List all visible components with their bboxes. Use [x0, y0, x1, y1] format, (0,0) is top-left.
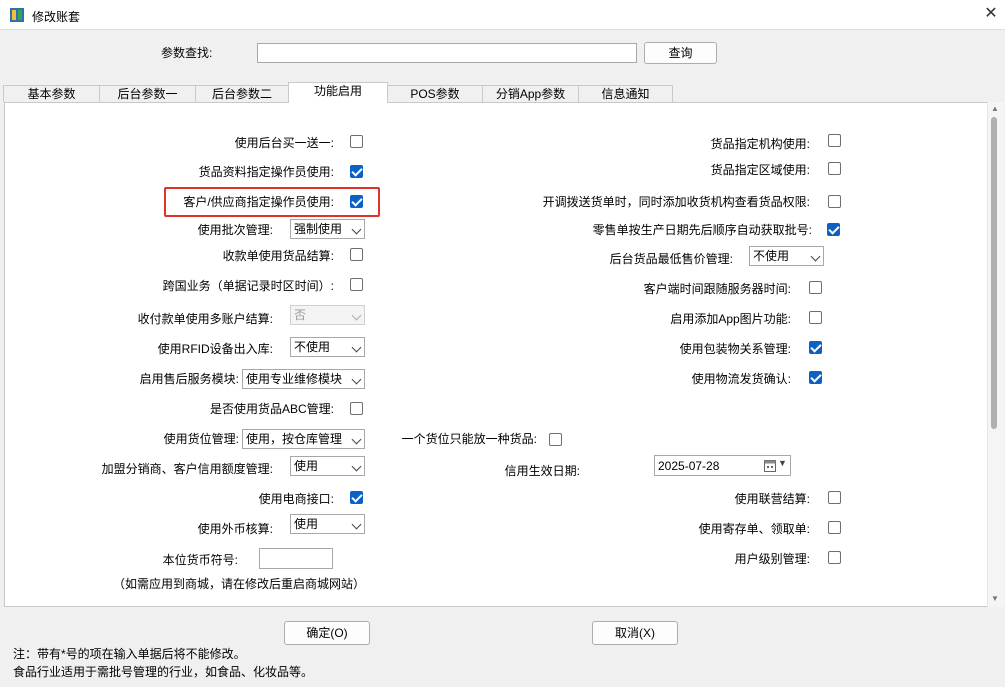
chevron-down-icon	[351, 224, 362, 235]
tab-features[interactable]: 功能启用	[288, 82, 388, 103]
location-select[interactable]: 使用，按仓库管理	[242, 429, 365, 449]
abc-label: 是否使用货品ABC管理:	[209, 402, 334, 416]
location-label: 使用货位管理:	[163, 432, 239, 446]
customer-operator-checkbox[interactable]	[350, 195, 363, 208]
cross-border-label: 跨国业务（单据记录时区时间）:	[162, 279, 334, 293]
close-icon[interactable]: ✕	[982, 5, 1000, 23]
goods-operator-checkbox[interactable]	[350, 165, 363, 178]
chevron-down-icon	[351, 310, 362, 321]
client-time-checkbox[interactable]	[809, 281, 822, 294]
tab-backend-2[interactable]: 后台参数二	[195, 85, 289, 102]
after-sales-label: 启用售后服务模块:	[139, 372, 239, 386]
retail-batch-label: 零售单按生产日期先后顺序自动获取批号:	[592, 223, 812, 237]
receipt-goods-checkbox[interactable]	[350, 248, 363, 261]
batch-label: 使用批次管理:	[197, 223, 273, 237]
deposit-checkbox[interactable]	[828, 521, 841, 534]
tab-notify[interactable]: 信息通知	[578, 85, 673, 102]
deposit-label: 使用寄存单、领取单:	[698, 522, 810, 536]
foreign-currency-select[interactable]: 使用	[290, 514, 365, 534]
app-image-checkbox[interactable]	[809, 311, 822, 324]
scrollbar-thumb[interactable]	[991, 117, 997, 429]
credit-date-label: 信用生效日期:	[504, 464, 580, 478]
scroll-up-icon[interactable]: ▲	[991, 104, 999, 113]
buy-one-get-one-checkbox[interactable]	[350, 135, 363, 148]
batch-select[interactable]: 强制使用	[290, 219, 365, 239]
multi-account-select: 否	[290, 305, 365, 325]
tab-basic[interactable]: 基本参数	[3, 85, 100, 102]
single-goods-location-label: 一个货位只能放一种货品:	[401, 432, 537, 446]
chevron-down-icon	[351, 374, 362, 385]
rfid-label: 使用RFID设备出入库:	[157, 342, 273, 356]
joint-settlement-label: 使用联营结算:	[734, 492, 810, 506]
chevron-down-icon[interactable]: ▼	[778, 458, 787, 468]
user-level-label: 用户级别管理:	[734, 552, 810, 566]
goods-org-checkbox[interactable]	[828, 134, 841, 147]
goods-org-label: 货品指定机构使用:	[710, 137, 810, 151]
app-image-label: 启用添加App图片功能:	[670, 312, 791, 326]
chevron-down-icon	[351, 434, 362, 445]
chevron-down-icon	[351, 519, 362, 530]
min-price-select[interactable]: 不使用	[749, 246, 824, 266]
ecommerce-label: 使用电商接口:	[258, 492, 334, 506]
packaging-label: 使用包装物关系管理:	[679, 342, 791, 356]
window-title: 修改账套	[32, 10, 81, 24]
customer-operator-label: 客户/供应商指定操作员使用:	[183, 195, 334, 209]
goods-operator-label: 货品资料指定操作员使用:	[198, 165, 334, 179]
search-label: 参数查找:	[161, 46, 213, 60]
after-sales-select[interactable]: 使用专业维修模块	[242, 369, 365, 389]
logistics-checkbox[interactable]	[809, 371, 822, 384]
logistics-label: 使用物流发货确认:	[691, 372, 791, 386]
goods-region-checkbox[interactable]	[828, 162, 841, 175]
search-button[interactable]: 查询	[644, 42, 717, 64]
chevron-down-icon	[351, 461, 362, 472]
credit-date-input[interactable]: 2025-07-28 ▼	[654, 455, 791, 476]
credit-limit-label: 加盟分销商、客户信用额度管理:	[101, 462, 273, 476]
multi-account-label: 收付款单使用多账户结算:	[137, 312, 273, 326]
cancel-button[interactable]: 取消(X)	[592, 621, 678, 645]
chevron-down-icon	[810, 251, 821, 262]
currency-symbol-input[interactable]	[259, 548, 333, 569]
title-bar	[0, 0, 1005, 30]
single-goods-location-checkbox[interactable]	[549, 433, 562, 446]
joint-settlement-checkbox[interactable]	[828, 491, 841, 504]
ecommerce-checkbox[interactable]	[350, 491, 363, 504]
goods-region-label: 货品指定区域使用:	[710, 163, 810, 177]
transfer-permission-label: 开调拨送货单时，同时添加收货机构查看货品权限:	[542, 195, 810, 209]
foreign-currency-label: 使用外币核算:	[197, 522, 273, 536]
retail-batch-checkbox[interactable]	[827, 223, 840, 236]
buy-one-get-one-label: 使用后台买一送一:	[234, 136, 334, 150]
tab-pos[interactable]: POS参数	[387, 85, 483, 102]
tab-backend-1[interactable]: 后台参数一	[99, 85, 196, 102]
ok-button[interactable]: 确定(O)	[284, 621, 370, 645]
receipt-goods-label: 收款单使用货品结算:	[222, 249, 334, 263]
search-input[interactable]	[257, 43, 637, 63]
cross-border-checkbox[interactable]	[350, 278, 363, 291]
transfer-permission-checkbox[interactable]	[828, 195, 841, 208]
abc-checkbox[interactable]	[350, 402, 363, 415]
credit-date-value: 2025-07-28	[658, 459, 720, 473]
app-icon	[10, 8, 24, 22]
packaging-checkbox[interactable]	[809, 341, 822, 354]
currency-symbol-label: 本位货币符号:	[162, 553, 238, 567]
footer-note-2: 食品行业适用于需批号管理的行业，如食品、化妆品等。	[13, 665, 314, 679]
scroll-down-icon[interactable]: ▼	[991, 594, 999, 603]
tab-dist-app[interactable]: 分销App参数	[482, 85, 579, 102]
chevron-down-icon	[351, 342, 362, 353]
user-level-checkbox[interactable]	[828, 551, 841, 564]
calendar-icon[interactable]	[764, 459, 776, 472]
rfid-select[interactable]: 不使用	[290, 337, 365, 357]
shop-note: （如需应用到商城，请在修改后重启商城网站）	[113, 577, 366, 591]
credit-limit-select[interactable]: 使用	[290, 456, 365, 476]
footer-note-1: 注：带有*号的项在输入单据后将不能修改。	[13, 647, 246, 661]
min-price-label: 后台货品最低售价管理:	[609, 252, 733, 266]
client-time-label: 客户端时间跟随服务器时间:	[643, 282, 791, 296]
